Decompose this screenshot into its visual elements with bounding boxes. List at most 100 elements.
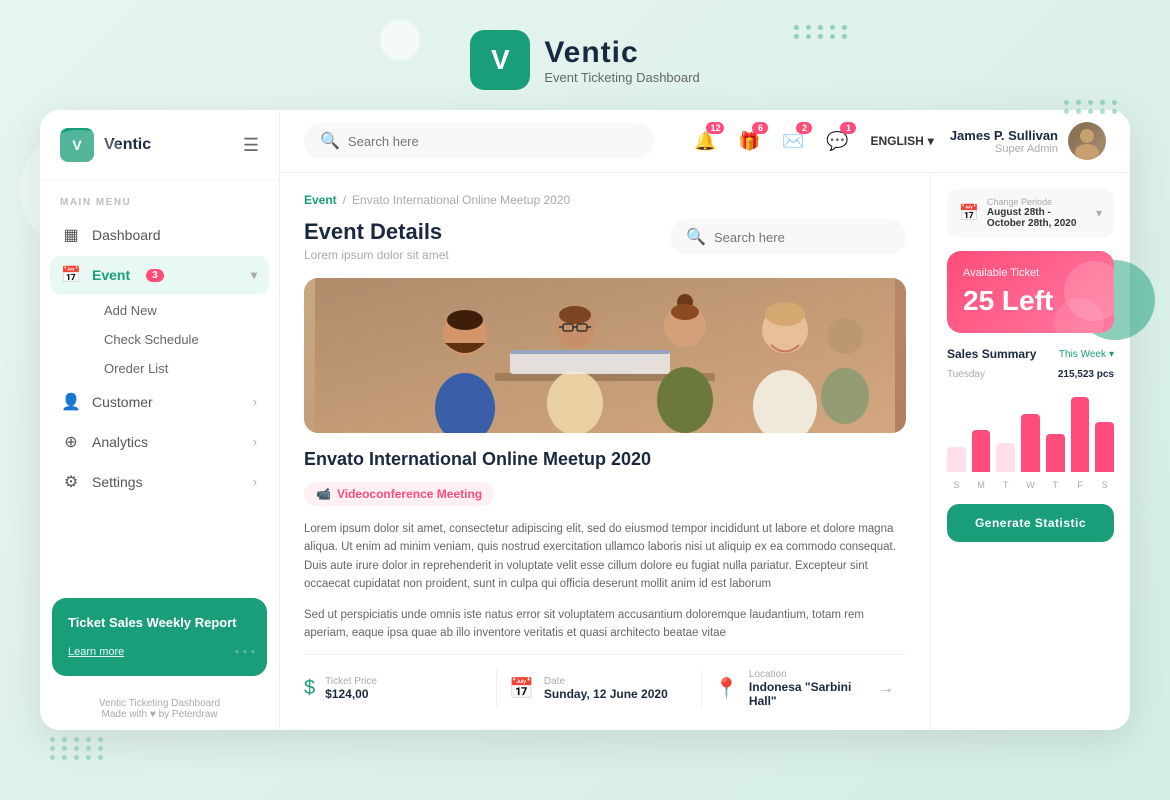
ticket-price-label: Ticket Price — [325, 676, 377, 687]
period-value: August 28th - October 28th, 2020 — [987, 207, 1088, 229]
topbar: 🔍 🔔 12 🎁 6 ✉️ 2 — [280, 110, 1130, 173]
chat-badge: 1 — [840, 122, 856, 134]
chat-button[interactable]: 💬 1 — [820, 124, 854, 158]
analytics-icon: ⊕ — [62, 433, 80, 451]
top-header: V Ventic Event Ticketing Dashboard — [0, 0, 1170, 110]
sidebar-item-label: Event — [92, 267, 130, 283]
content-search-input[interactable] — [714, 230, 890, 245]
calendar-period-icon: 📅 — [959, 203, 979, 223]
sidebar-item-label: Customer — [92, 394, 153, 410]
location-item: 📍 Location Indonesa "Sarbini Hall" → — [702, 669, 906, 708]
language-label: ENGLISH — [870, 134, 923, 148]
sidebar-item-label: Dashboard — [92, 227, 161, 243]
location-value: Indonesa "Sarbini Hall" — [749, 680, 868, 708]
sidebar-item-analytics[interactable]: ⊕ Analytics › — [50, 423, 269, 461]
chart-bar — [1021, 414, 1040, 472]
sales-day: Tuesday — [947, 369, 985, 380]
page-header: Event Details Lorem ipsum dolor sit amet… — [304, 219, 906, 262]
period-label: Change Periode — [987, 197, 1088, 207]
app-name: Ventic — [544, 36, 699, 70]
event-meta: $ Ticket Price $124,00 📅 Date Sunday, 12… — [304, 654, 906, 708]
gift-button[interactable]: 🎁 6 — [732, 124, 766, 158]
sub-nav-check-schedule[interactable]: Check Schedule — [92, 325, 269, 354]
user-profile[interactable]: James P. Sullivan Super Admin — [950, 122, 1106, 160]
customer-arrow-icon: › — [253, 395, 257, 409]
sub-nav-order-list[interactable]: Oreder List — [92, 354, 269, 383]
chart-bar — [1071, 397, 1090, 472]
sidebar-item-label: Settings — [92, 474, 143, 490]
sidebar-item-label: Analytics — [92, 434, 148, 450]
content-search-box[interactable]: 🔍 — [670, 219, 906, 255]
page-title-block: Event Details Lorem ipsum dolor sit amet — [304, 219, 449, 262]
event-description-1: Lorem ipsum dolor sit amet, consectetur … — [304, 520, 906, 594]
sub-nav-add-new[interactable]: Add New — [92, 296, 269, 325]
chart-label: S — [1095, 480, 1114, 490]
search-icon: 🔍 — [320, 131, 340, 151]
chart-labels: SMTWTFS — [947, 480, 1114, 490]
topbar-search-box[interactable]: 🔍 — [304, 123, 654, 159]
event-tag: Videoconference Meeting — [304, 482, 494, 506]
lang-chevron-icon: ▾ — [928, 134, 934, 148]
mail-button[interactable]: ✉️ 2 — [776, 124, 810, 158]
event-sub-nav: Add New Check Schedule Oreder List — [50, 296, 269, 383]
breadcrumb: Event / Envato International Online Meet… — [304, 193, 906, 207]
event-icon: 📅 — [62, 266, 80, 284]
chart-bar — [1095, 422, 1114, 472]
content-area: Event / Envato International Online Meet… — [280, 173, 930, 730]
period-chevron-icon: ▾ — [1096, 206, 1102, 220]
date-label: Date — [544, 676, 668, 687]
bell-badge: 12 — [706, 122, 724, 134]
sidebar-footer: Ventic Ticketing Dashboard Made with ♥ b… — [40, 688, 279, 730]
breadcrumb-separator: / — [343, 193, 346, 207]
topbar-search-input[interactable] — [348, 134, 638, 149]
location-icon: 📍 — [714, 676, 739, 701]
app-tagline: Event Ticketing Dashboard — [544, 70, 699, 85]
date-item: 📅 Date Sunday, 12 June 2020 — [497, 669, 702, 708]
available-ticket-card: Available Ticket 25 Left — [947, 251, 1114, 333]
dashboard-icon: ▦ — [62, 226, 80, 244]
chart-bar — [1046, 434, 1065, 472]
chart-label: F — [1071, 480, 1090, 490]
avatar — [1068, 122, 1106, 160]
sales-chart — [947, 392, 1114, 472]
location-label: Location — [749, 669, 868, 680]
mail-badge: 2 — [796, 122, 812, 134]
settings-arrow-icon: › — [253, 475, 257, 489]
sidebar-item-settings[interactable]: ⚙ Settings › — [50, 463, 269, 501]
sales-summary: Sales Summary This Week ▾ Tuesday 215,52… — [947, 347, 1114, 490]
topbar-icons: 🔔 12 🎁 6 ✉️ 2 💬 1 — [688, 124, 854, 158]
chart-label: T — [996, 480, 1015, 490]
chart-label: M — [972, 480, 991, 490]
settings-icon: ⚙ — [62, 473, 80, 491]
breadcrumb-parent[interactable]: Event — [304, 193, 337, 207]
language-selector[interactable]: ENGLISH ▾ — [870, 134, 933, 148]
sidebar-item-event[interactable]: 📅 Event 3 ▾ — [50, 256, 269, 294]
sales-period-selector[interactable]: This Week ▾ — [1059, 349, 1114, 360]
sales-summary-title: Sales Summary — [947, 347, 1036, 361]
user-info: James P. Sullivan Super Admin — [950, 128, 1058, 155]
calendar-icon: 📅 — [509, 676, 534, 701]
chart-label: T — [1046, 480, 1065, 490]
avatar-image — [1068, 122, 1106, 160]
user-name: James P. Sullivan — [950, 128, 1058, 143]
ticket-price-value: $124,00 — [325, 687, 377, 701]
customer-icon: 👤 — [62, 393, 80, 411]
sidebar-card-title: Ticket Sales Weekly Report — [68, 614, 251, 632]
chart-bar — [947, 447, 966, 472]
sales-period-label: This Week — [1059, 349, 1106, 360]
chart-bar — [996, 443, 1015, 472]
hamburger-icon[interactable]: ☰ — [243, 135, 259, 156]
bell-button[interactable]: 🔔 12 — [688, 124, 722, 158]
page-subtitle: Lorem ipsum dolor sit amet — [304, 248, 449, 262]
sales-period-chevron-icon: ▾ — [1109, 349, 1114, 360]
period-selector[interactable]: 📅 Change Periode August 28th - October 2… — [947, 189, 1114, 237]
content-search-icon: 🔍 — [686, 227, 706, 247]
sidebar-nav: ▦ Dashboard 📅 Event 3 ▾ Add New Check Sc… — [40, 216, 279, 586]
sidebar-item-dashboard[interactable]: ▦ Dashboard — [50, 216, 269, 254]
analytics-arrow-icon: › — [253, 435, 257, 449]
main-wrapper: 🔍 🔔 12 🎁 6 ✉️ 2 — [280, 110, 1130, 730]
generate-statistic-button[interactable]: Generate Statistic — [947, 504, 1114, 542]
date-value: Sunday, 12 June 2020 — [544, 687, 668, 701]
sidebar-item-customer[interactable]: 👤 Customer › — [50, 383, 269, 421]
sidebar-card-link[interactable]: Learn more — [68, 646, 124, 658]
